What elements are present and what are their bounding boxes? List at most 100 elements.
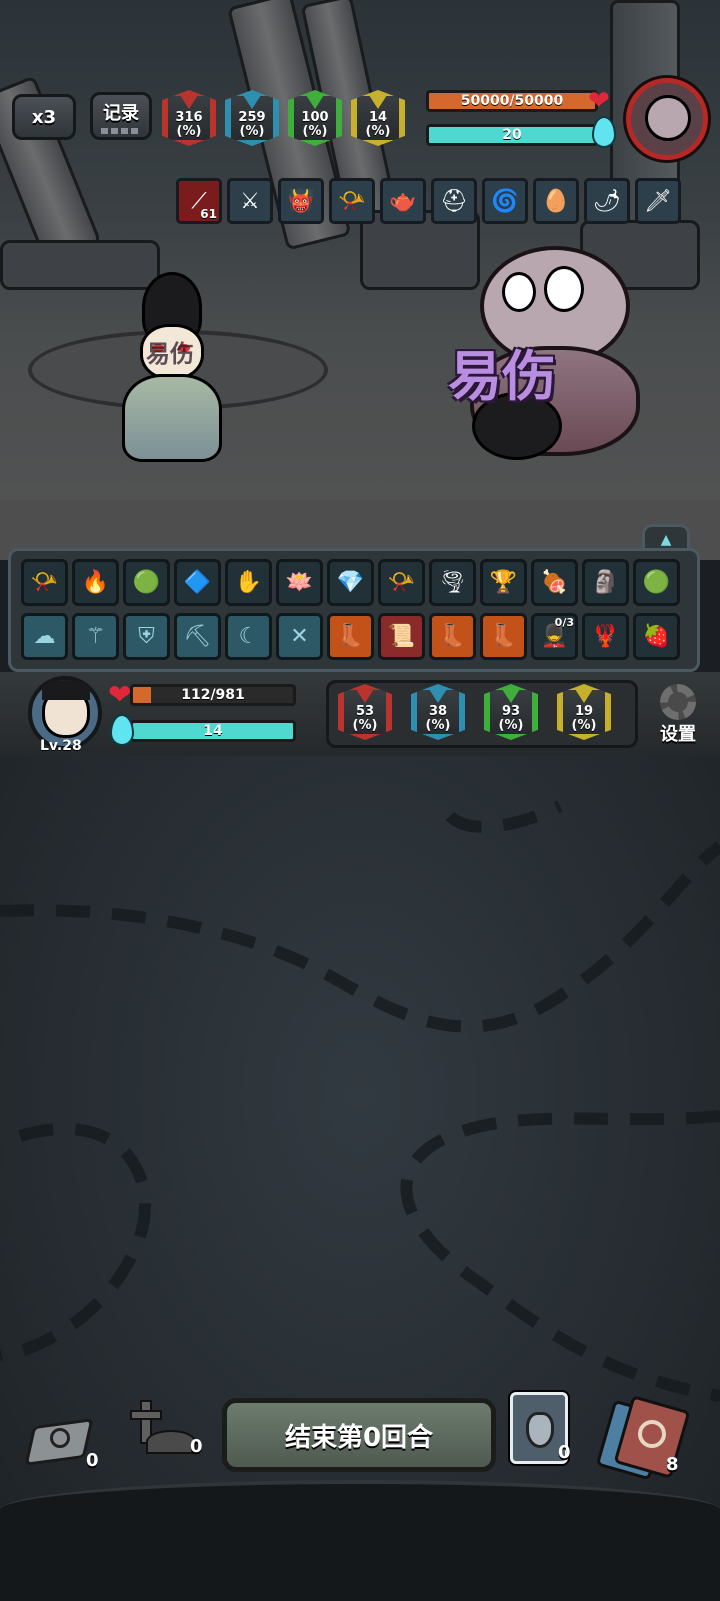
ghost-staff-icon: ⚚ — [85, 624, 106, 649]
flame-cup-icon: 🏆 — [489, 570, 518, 595]
inventory-slot[interactable]: ⚚ — [72, 613, 119, 660]
swirl-icon — [638, 1420, 666, 1448]
spears-icon: ⚔ — [240, 188, 260, 214]
stone-mask-icon: 🗿 — [591, 570, 620, 595]
enemy-item-slot[interactable]: 🌀 — [482, 178, 528, 224]
enemy-item-slot[interactable]: ⟋ 61 — [176, 178, 222, 224]
inventory-slot[interactable]: 🪷 — [276, 559, 323, 606]
crit-icon — [243, 95, 261, 109]
inventory-slot[interactable]: 🔥 — [72, 559, 119, 606]
crit-icon — [429, 689, 447, 703]
fire-boot-icon: 👢 — [489, 624, 518, 649]
inventory-slot[interactable]: 🦞 — [582, 613, 629, 660]
player-attack-stat[interactable]: 53 (%) — [338, 684, 392, 740]
enemy-item-slot[interactable]: 🌶 — [584, 178, 630, 224]
enemy-speed-value: 14 — [368, 110, 388, 125]
enemy-item-slot[interactable]: 🫖 — [380, 178, 426, 224]
record-button[interactable]: 记录 — [90, 92, 152, 140]
vortex-icon: 🌪 — [438, 570, 467, 595]
potion-slot[interactable]: 0 — [510, 1392, 580, 1472]
teapot-icon: 🫖 — [389, 188, 417, 214]
inventory-slot[interactable]: 👢 — [429, 613, 476, 660]
enemy-avatar[interactable] — [626, 78, 708, 160]
bandage-hand-icon: ✋ — [234, 570, 263, 595]
enemy-defense-stat[interactable]: 100 (%) — [288, 90, 342, 146]
end-turn-button[interactable]: 结束第0回合 — [222, 1398, 496, 1472]
green-jade-icon: 🟢 — [132, 570, 161, 595]
player-speed-unit: (%) — [571, 718, 597, 733]
player-speed-stat[interactable]: 19 (%) — [557, 684, 611, 740]
draw-pile[interactable]: 0 — [24, 1416, 99, 1472]
gear-icon — [660, 684, 696, 720]
inventory-slot[interactable]: 🟢 — [633, 559, 680, 606]
heroine-hair — [42, 680, 90, 700]
inventory-slot[interactable]: 💂 0/3 — [531, 613, 578, 660]
helmet-icon: ⛑ — [440, 188, 468, 214]
player-defense-stat[interactable]: 93 (%) — [484, 684, 538, 740]
enemy-item-slot[interactable]: 📯 — [329, 178, 375, 224]
inventory-slot[interactable]: 🗿 — [582, 559, 629, 606]
player-energy-text: 14 — [203, 723, 223, 739]
inventory-slot[interactable]: 👢 — [480, 613, 527, 660]
chevron-up-icon: ▲ — [660, 531, 672, 548]
inventory-slot[interactable]: ☾ — [225, 613, 272, 660]
map-path — [400, 1110, 720, 1402]
crystals-icon: 💎 — [336, 570, 365, 595]
enemy-defense-value: 100 — [301, 110, 329, 125]
inventory-slot[interactable]: 📜 — [378, 613, 425, 660]
enemy-crit-stat[interactable]: 259 (%) — [225, 90, 279, 146]
inventory-slot[interactable]: ✋ — [225, 559, 272, 606]
strawberry-icon: 🍓 — [642, 624, 671, 649]
enemy-attack-value: 316 — [175, 110, 203, 125]
speed-icon — [369, 95, 387, 109]
inventory-slot[interactable]: ⛏ — [174, 613, 221, 660]
player-crit-stat[interactable]: 38 (%) — [411, 684, 465, 740]
heart-icon: ❤ — [108, 678, 132, 711]
player-character[interactable]: 易伤 — [112, 262, 232, 462]
inventory-slot[interactable]: 🏆 — [480, 559, 527, 606]
enemy-hp-bar: 50000/50000 — [426, 90, 598, 112]
enemy-energy-bar: 20 — [426, 124, 598, 146]
defense-icon — [502, 689, 520, 703]
enemy-hp-text: 50000/50000 — [460, 93, 564, 109]
enemy-item-slot[interactable]: ⛑ — [431, 178, 477, 224]
ghost-moon-icon: ☾ — [238, 624, 259, 649]
ghost-pick-icon: ⛏ — [183, 624, 212, 649]
player-robe — [122, 374, 222, 462]
inventory-row: ☁ ⚚ ⛨ ⛏ ☾ ✕ 👢 📜 👢 👢 💂 0/3 🦞 🍓 — [21, 613, 680, 660]
inventory-slot[interactable]: ⛨ — [123, 613, 170, 660]
player-status-label: 易伤 — [146, 340, 194, 368]
inventory-slot[interactable]: 🔷 — [174, 559, 221, 606]
enemy-speed-stat[interactable]: 14 (%) — [351, 90, 405, 146]
enemy-item-slot[interactable]: 🗡 — [635, 178, 681, 224]
zombie-eye — [502, 272, 536, 312]
inventory-slot[interactable]: 👢 — [327, 613, 374, 660]
inventory-slot[interactable]: 📯 — [378, 559, 425, 606]
inventory-slot[interactable]: ☁ — [21, 613, 68, 660]
inventory-slot[interactable]: 🟢 — [123, 559, 170, 606]
inventory-slot[interactable]: 🍓 — [633, 613, 680, 660]
inventory-slot[interactable]: 📯 — [21, 559, 68, 606]
enemy-attack-stat[interactable]: 316 (%) — [162, 90, 216, 146]
red-demon-icon: 👹 — [287, 188, 315, 214]
enemy-item-slot[interactable]: ⚔ — [227, 178, 273, 224]
inventory-slot[interactable]: 💎 — [327, 559, 374, 606]
player-attack-unit: (%) — [352, 718, 378, 733]
poison-dagger-icon: 🗡 — [644, 188, 672, 214]
ghost-cloud-icon: ☁ — [33, 624, 56, 649]
enemy-item-slot[interactable]: 🥚 — [533, 178, 579, 224]
inventory-slot[interactable]: 🍖 — [531, 559, 578, 606]
enemy-defense-unit: (%) — [302, 124, 328, 139]
inventory-slot[interactable]: ✕ — [276, 613, 323, 660]
enemy-zombie[interactable]: 易伤 — [430, 236, 660, 470]
settings-button[interactable]: 设置 — [652, 684, 704, 750]
speed-button[interactable]: x3 — [12, 94, 76, 140]
enemy-item-slot[interactable]: 👹 — [278, 178, 324, 224]
attack-icon — [180, 95, 198, 109]
grave-pile[interactable]: 0 — [126, 1396, 212, 1462]
deck-pile[interactable]: 8 — [595, 1395, 710, 1482]
player-defense-unit: (%) — [498, 718, 524, 733]
record-dots — [101, 127, 141, 134]
blue-horn-icon: 🔷 — [183, 570, 212, 595]
inventory-slot[interactable]: 🌪 — [429, 559, 476, 606]
